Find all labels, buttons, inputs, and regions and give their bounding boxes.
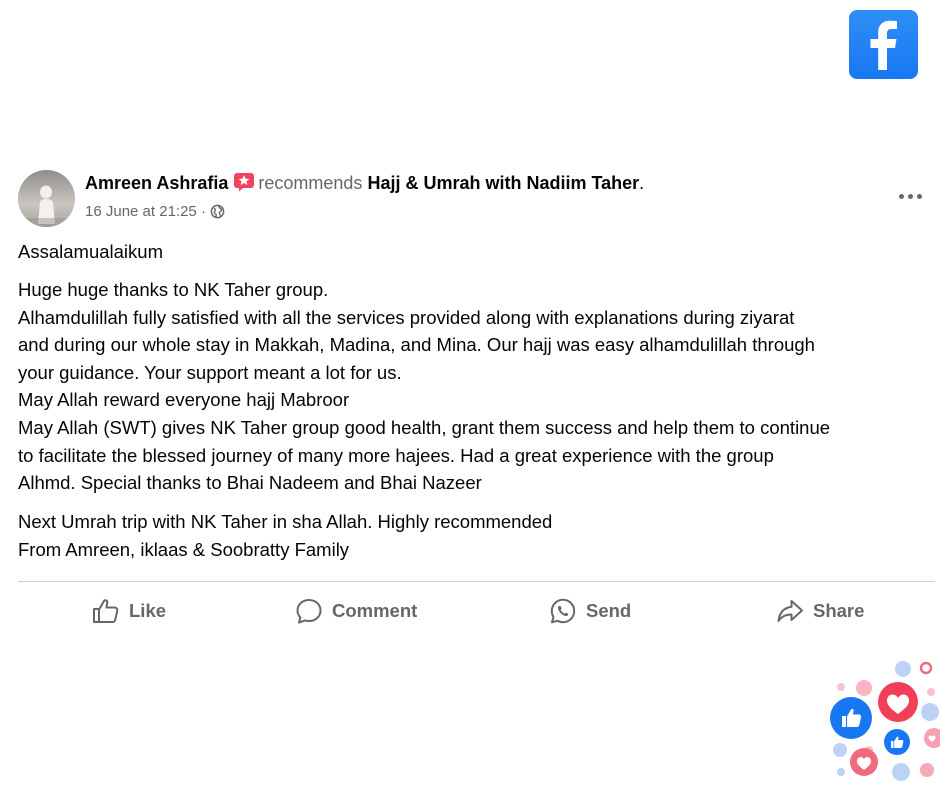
author-name[interactable]: Amreen Ashrafia (85, 173, 228, 193)
post-line: Alhmd. Special thanks to Bhai Nadeem and… (18, 472, 482, 494)
post-line: to facilitate the blessed journey of man… (18, 444, 774, 466)
post-line: your guidance. Your support meant a lot … (18, 361, 402, 383)
whatsapp-icon (550, 598, 576, 624)
post-line: and during our whole stay in Makkah, Mad… (18, 334, 815, 356)
share-button[interactable]: Share (776, 596, 864, 626)
post-greeting-block: Assalamualaikum (18, 238, 938, 266)
globe-icon (210, 204, 225, 223)
post-greeting: Assalamualaikum (18, 241, 163, 262)
post-line: Alhamdulillah fully satisfied with all t… (18, 306, 795, 328)
like-label: Like (129, 600, 167, 621)
send-label: Send (586, 600, 632, 621)
comment-button[interactable]: Comment (295, 596, 417, 626)
send-button[interactable]: Send (549, 596, 631, 626)
post-line: Huge huge thanks to NK Taher group. (18, 279, 329, 300)
post-paragraph-2: Next Umrah trip with NK Taher in sha All… (18, 508, 938, 563)
more-options-icon[interactable] (897, 186, 925, 206)
post-meta: 16 June at 21:25 · (85, 203, 225, 223)
actions-divider (18, 581, 935, 582)
thumbs-up-icon (93, 599, 119, 623)
post-paragraph-1: Huge huge thanks to NK Taher group. Alha… (18, 276, 938, 497)
avatar[interactable] (18, 170, 75, 227)
speech-bubble-icon (296, 599, 322, 624)
reactions-cluster-icon (826, 660, 940, 788)
page-name-link[interactable]: Hajj & Umrah with Nadiim Taher (367, 173, 639, 193)
post-line: From Amreen, iklaas & Soobratty Family (18, 538, 350, 560)
post-line: Next Umrah trip with NK Taher in sha All… (18, 511, 553, 532)
post-line: May Allah (SWT) gives NK Taher group goo… (18, 416, 831, 438)
meta-separator: · (200, 203, 206, 220)
comment-label: Comment (332, 600, 418, 621)
recommends-text: recommends (258, 173, 363, 193)
top-fan-star-badge-icon (233, 172, 255, 192)
like-button[interactable]: Like (92, 596, 166, 626)
facebook-logo-icon (849, 10, 918, 79)
header-period: . (639, 173, 645, 193)
share-label: Share (813, 600, 865, 621)
post-timestamp[interactable]: 16 June at 21:25 (85, 203, 197, 220)
post-header: Amreen Ashrafia recommends Hajj & Umrah w… (85, 172, 644, 194)
share-arrow-icon (777, 600, 803, 622)
post-line: May Allah reward everyone hajj Mabroor (18, 389, 350, 411)
